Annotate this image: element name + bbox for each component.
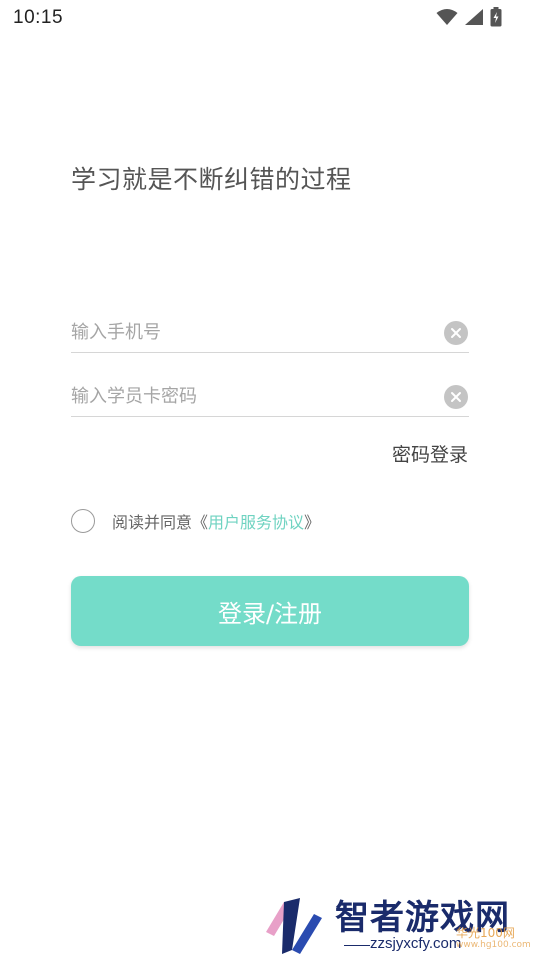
watermark-divider <box>344 945 370 946</box>
close-icon <box>451 328 461 338</box>
phone-field <box>71 313 469 353</box>
agreement-row: 阅读并同意 《 用户服务协议 》 <box>71 509 320 533</box>
clear-phone-button[interactable] <box>444 321 468 345</box>
watermark-sub-small: www.hg100.com <box>456 940 531 950</box>
wifi-icon <box>436 8 458 30</box>
phone-input[interactable] <box>71 313 431 351</box>
password-login-link[interactable]: 密码登录 <box>392 440 468 467</box>
clear-password-button[interactable] <box>444 385 468 409</box>
user-agreement-link[interactable]: 用户服务协议 <box>208 509 304 533</box>
watermark-logo-icon <box>266 898 322 954</box>
login-register-button[interactable]: 登录/注册 <box>71 576 469 646</box>
watermark-domain: zzsjyxcfy.com <box>370 935 462 952</box>
page-title: 学习就是不断纠错的过程 <box>71 165 352 194</box>
signal-icon <box>464 8 484 30</box>
password-field <box>71 377 469 417</box>
status-bar: 10:15 <box>0 0 540 36</box>
watermark-sub: 华光100网 <box>456 926 515 940</box>
agreement-close-bracket: 》 <box>304 513 321 532</box>
status-icons <box>436 7 502 31</box>
close-icon <box>451 392 461 402</box>
battery-charging-icon <box>490 7 502 31</box>
agreement-prefix: 阅读并同意 <box>112 513 193 532</box>
password-input[interactable] <box>71 377 431 415</box>
agreement-open-bracket: 《 <box>192 513 209 532</box>
status-time: 10:15 <box>13 7 64 28</box>
agreement-checkbox[interactable] <box>71 509 95 533</box>
watermark: 智者游戏网 zzsjyxcfy.com 华光100网 www.hg100.com <box>260 888 540 960</box>
